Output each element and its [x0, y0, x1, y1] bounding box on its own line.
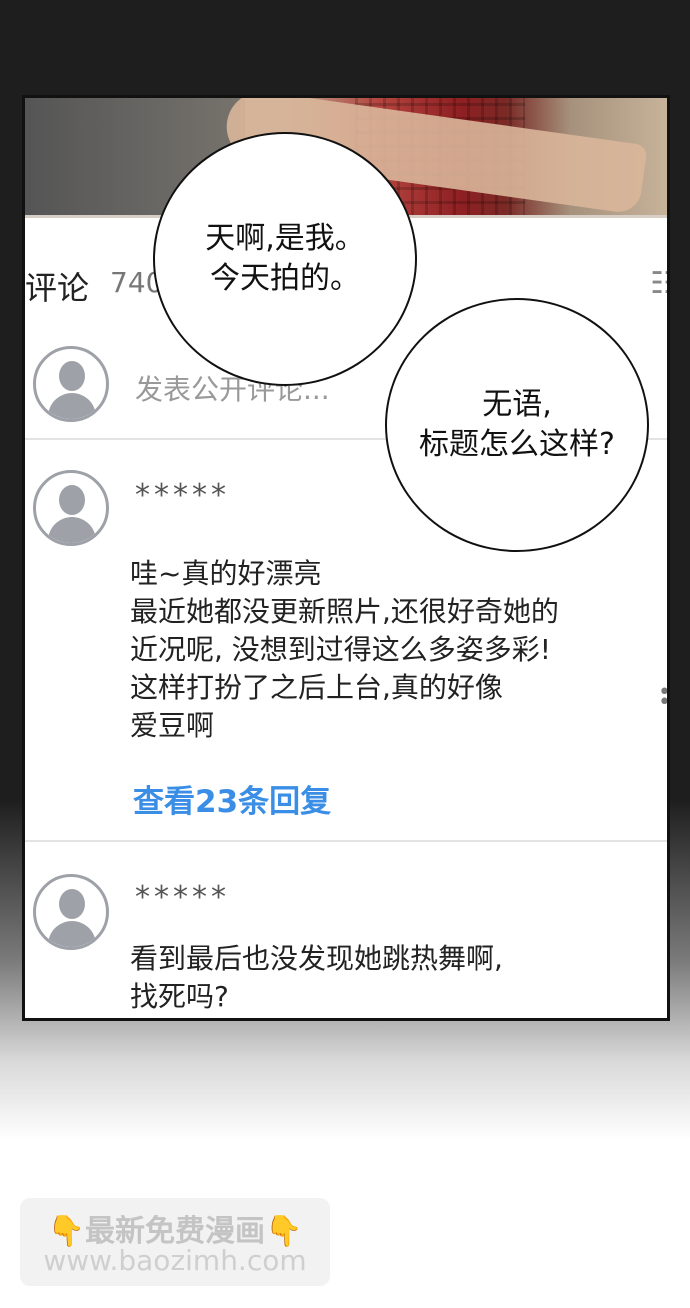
divider	[25, 840, 667, 842]
comment-text: 哇~真的好漂亮 最近她都没更新照片,还很好奇她的 近况呢, 没想到过得这么多姿多…	[130, 557, 559, 742]
view-replies-link[interactable]: 查看23条回复	[133, 776, 331, 821]
avatar-icon	[33, 470, 109, 546]
sort-icon[interactable]: ☷	[650, 266, 667, 301]
avatar-icon	[33, 874, 109, 950]
speech-bubble: 天啊,是我。 今天拍的。	[153, 132, 417, 386]
speech-bubble: 无语, 标题怎么这样?	[385, 298, 649, 552]
comment-username: *****	[135, 478, 230, 513]
watermark: 👇最新免费漫画👇 www.baozimh.com	[20, 1198, 330, 1286]
avatar-icon	[33, 346, 109, 422]
comment-username: *****	[135, 880, 230, 915]
watermark-url: www.baozimh.com	[43, 1244, 307, 1277]
comments-title: 评论	[25, 269, 90, 307]
more-icon[interactable]: • •	[658, 682, 667, 714]
comment-text: 看到最后也没发现她跳热舞啊, 找死吗?	[130, 942, 503, 1013]
